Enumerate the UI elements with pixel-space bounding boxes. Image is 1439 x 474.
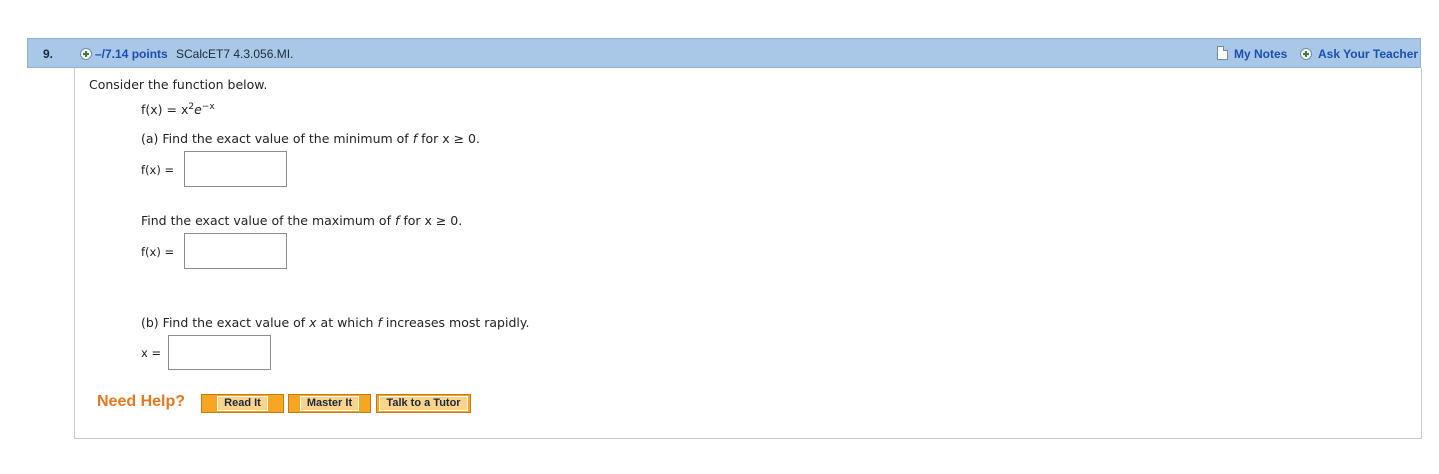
max-suffix: for x ≥ 0. (399, 213, 463, 228)
master-it-button[interactable]: Master It (288, 394, 371, 413)
question-header-bar: 9. –/7.14 points SCalcET7 4.3.056.MI. My… (27, 38, 1421, 68)
intro-text: Consider the function below. (89, 77, 268, 92)
my-notes-link[interactable]: My Notes (1234, 47, 1287, 61)
function-exp2: −x (201, 102, 215, 112)
part-b-prefix: (b) Find the exact value of (141, 315, 310, 330)
part-a-text: (a) Find the exact value of the minimum … (141, 131, 480, 146)
expand-plus-icon[interactable] (80, 48, 92, 60)
function-definition: f(x) = x2e−x (141, 102, 215, 117)
talk-to-tutor-button[interactable]: Talk to a Tutor (376, 394, 471, 413)
read-it-button[interactable]: Read It (201, 394, 284, 413)
question-code: SCalcET7 4.3.056.MI. (176, 47, 294, 61)
function-lhs: f(x) = x (141, 102, 189, 118)
talk-to-tutor-label: Talk to a Tutor (379, 396, 468, 411)
part-a-prefix: (a) Find the exact value of the minimum … (141, 131, 413, 146)
max-label: f(x) = (141, 245, 175, 259)
notes-icon[interactable] (1217, 46, 1228, 60)
max-text: Find the exact value of the maximum of f… (141, 213, 462, 228)
master-it-label: Master It (299, 396, 360, 411)
need-help-heading: Need Help? (97, 393, 186, 410)
question-number: 9. (43, 47, 54, 61)
part-b-suffix: increases most rapidly. (381, 315, 530, 330)
x-answer-input[interactable] (168, 335, 271, 370)
ask-your-teacher-link[interactable]: Ask Your Teacher (1318, 47, 1418, 61)
min-answer-input[interactable] (184, 151, 287, 187)
points-link[interactable]: –/7.14 points (95, 47, 168, 61)
x-label: x = (141, 346, 162, 360)
part-a-suffix: for x ≥ 0. (417, 131, 480, 146)
max-prefix: Find the exact value of the maximum of (141, 213, 395, 228)
function-base: e (194, 102, 202, 118)
min-label: f(x) = (141, 163, 175, 177)
ask-teacher-plus-icon[interactable] (1300, 48, 1312, 60)
read-it-label: Read It (217, 396, 268, 411)
max-answer-input[interactable] (184, 233, 287, 269)
part-b-text: (b) Find the exact value of x at which f… (141, 315, 529, 330)
part-b-mid: at which (316, 315, 378, 330)
part-b-var: x (309, 315, 317, 330)
